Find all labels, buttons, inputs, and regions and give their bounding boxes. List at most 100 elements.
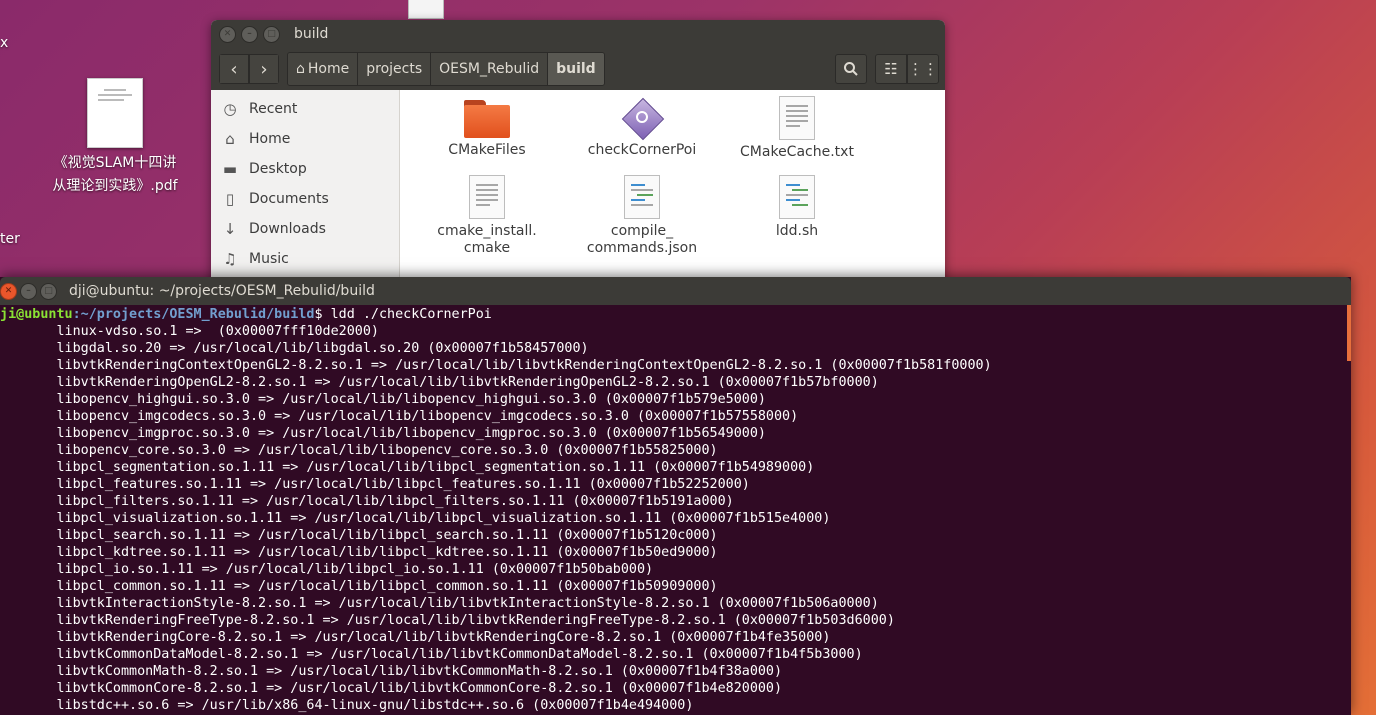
folder-icon — [464, 100, 510, 138]
terminal-body[interactable]: dji@ubuntu:~/projects/OESM_Rebulid/build… — [0, 305, 1351, 715]
file-name-line1: cmake_install. — [437, 223, 537, 239]
home-icon: ⌂ — [296, 61, 305, 77]
terminal-output-line: libpcl_common.so.1.11 => /usr/local/lib/… — [0, 579, 718, 594]
terminal-output-line: libpcl_kdtree.so.1.11 => /usr/local/lib/… — [0, 545, 718, 560]
terminal-output-line: libvtkRenderingOpenGL2-8.2.so.1 => /usr/… — [0, 375, 879, 390]
folder-icon: ▬ — [222, 160, 238, 178]
clock-icon: ◷ — [223, 100, 237, 118]
terminal-output: dji@ubuntu:~/projects/OESM_Rebulid/build… — [0, 305, 1351, 714]
terminal-output-line: linux-vdso.so.1 => (0x00007fff10de2000) — [0, 324, 379, 339]
prompt-line: dji@ubuntu:~/projects/OESM_Rebulid/build… — [0, 306, 1351, 323]
terminal-output-line: libvtkRenderingFreeType-8.2.so.1 => /usr… — [0, 613, 895, 628]
minimize-window-button[interactable]: – — [20, 282, 37, 300]
text-file-icon — [779, 96, 815, 140]
desktop-file-label: 《视觉SLAM十四讲 从理论到实践》.pdf — [40, 152, 190, 198]
breadcrumb: ⌂ Home projects OESM_Rebulid build — [287, 52, 605, 86]
terminal-output-line: libpcl_visualization.so.1.11 => /usr/loc… — [0, 511, 831, 526]
sidebar-item-downloads[interactable]: ↓ Downloads — [211, 214, 399, 244]
file-name-line2: commands.json — [586, 240, 698, 256]
music-icon: ♫ — [223, 250, 237, 268]
terminal-output-line: libpcl_io.so.1.11 => /usr/local/lib/libp… — [0, 562, 654, 577]
nav-buttons: ‹ › — [219, 54, 279, 84]
terminal-output-line: libvtkCommonCore-8.2.so.1 => /usr/local/… — [0, 681, 783, 696]
terminal-output-line: libvtkRenderingCore-8.2.so.1 => /usr/loc… — [0, 630, 831, 645]
search-icon — [844, 62, 858, 76]
list-view-icon: ☷ — [884, 60, 898, 78]
command-text: $ ldd ./checkCornerPoi — [314, 307, 492, 322]
breadcrumb-oesm-rebulid[interactable]: OESM_Rebulid — [431, 53, 549, 85]
desktop-file-label-line2: 从理论到实践》.pdf — [52, 178, 178, 194]
download-icon: ↓ — [223, 220, 237, 238]
file-item-cmake-install[interactable]: cmake_install. cmake — [412, 175, 562, 257]
minimize-window-button[interactable]: – — [241, 25, 258, 43]
file-name: checkCornerPoi — [587, 142, 697, 158]
sidebar-item-documents[interactable]: ▯ Documents — [211, 184, 399, 214]
search-button[interactable] — [835, 54, 867, 84]
terminal-output-line: libpcl_search.so.1.11 => /usr/local/lib/… — [0, 528, 718, 543]
forward-button[interactable]: › — [249, 54, 279, 84]
file-item-compile-commands[interactable]: compile_ commands.json — [567, 175, 717, 257]
terminal-output-line: libvtkRenderingContextOpenGL2-8.2.so.1 =… — [0, 358, 992, 373]
breadcrumb-build[interactable]: build — [548, 53, 604, 85]
file-item-cmakefiles[interactable]: CMakeFiles — [412, 100, 562, 159]
sidebar-item-desktop[interactable]: ▬ Desktop — [211, 154, 399, 184]
desktop-label-fragment[interactable]: x — [0, 35, 8, 51]
back-button[interactable]: ‹ — [219, 54, 249, 84]
terminal-output-line: libopencv_imgproc.so.3.0 => /usr/local/l… — [0, 426, 766, 441]
window-title: build — [294, 26, 329, 42]
grid-view-icon: ⋮⋮ — [908, 60, 938, 78]
close-window-button[interactable]: ✕ — [0, 282, 17, 300]
toolbar-actions: ☷ ⋮⋮ — [835, 54, 939, 84]
executable-icon — [621, 97, 665, 141]
terminal-scrollbar[interactable] — [1347, 305, 1351, 361]
maximize-window-button[interactable]: □ — [40, 282, 57, 300]
places-sidebar: ◷ Recent ⌂ Home ▬ Desktop ▯ Documents ↓ Downl… — [211, 90, 400, 290]
breadcrumb-label: Home — [307, 61, 350, 77]
sidebar-item-label: Music — [249, 251, 289, 267]
desktop-pdf-file[interactable]: 《视觉SLAM十四讲 从理论到实践》.pdf — [40, 78, 190, 198]
file-name: CMakeFiles — [448, 142, 526, 158]
desktop-file-label-line1: 《视觉SLAM十四讲 — [53, 155, 177, 171]
sidebar-item-label: Recent — [249, 101, 298, 117]
window-title: dji@ubuntu: ~/projects/OESM_Rebulid/buil… — [69, 283, 375, 299]
terminal-output-line: libopencv_imgcodecs.so.3.0 => /usr/local… — [0, 409, 799, 424]
sidebar-item-label: Documents — [249, 191, 329, 207]
terminal-output-line: libvtkInteractionStyle-8.2.so.1 => /usr/… — [0, 596, 879, 611]
chevron-right-icon: › — [260, 58, 268, 80]
desktop-file-icon[interactable] — [408, 0, 444, 19]
file-item-ldd-sh[interactable]: ldd.sh — [722, 175, 872, 240]
file-name: CMakeCache.txt — [740, 144, 854, 160]
maximize-window-button[interactable]: □ — [263, 25, 280, 43]
breadcrumb-home[interactable]: ⌂ Home — [288, 53, 359, 85]
terminal-output-line: libpcl_filters.so.1.11 => /usr/local/lib… — [0, 494, 734, 509]
script-file-icon — [779, 175, 815, 219]
sidebar-item-label: Downloads — [249, 221, 326, 237]
sidebar-item-recent[interactable]: ◷ Recent — [211, 94, 399, 124]
sidebar-item-home[interactable]: ⌂ Home — [211, 124, 399, 154]
text-file-icon — [469, 175, 505, 219]
sidebar-item-music[interactable]: ♫ Music — [211, 244, 399, 274]
files-titlebar[interactable]: ✕ – □ build — [211, 20, 945, 48]
list-view-button[interactable]: ☷ — [875, 54, 907, 84]
file-item-checkcornerpoi[interactable]: checkCornerPoi — [567, 97, 717, 159]
file-item-cmakecache[interactable]: CMakeCache.txt — [722, 96, 872, 161]
sidebar-item-label: Home — [249, 131, 291, 147]
desktop-label-fragment[interactable]: ter — [0, 231, 20, 247]
close-window-button[interactable]: ✕ — [219, 25, 236, 43]
terminal-titlebar[interactable]: ✕ – □ dji@ubuntu: ~/projects/OESM_Rebuli… — [0, 277, 1351, 305]
grid-view-button[interactable]: ⋮⋮ — [907, 54, 939, 84]
document-icon: ▯ — [225, 190, 235, 208]
code-file-icon — [624, 175, 660, 219]
prompt-user: dji@ubuntu — [0, 307, 73, 322]
home-icon: ⌂ — [225, 130, 235, 148]
files-body: ◷ Recent ⌂ Home ▬ Desktop ▯ Documents ↓ Downl… — [211, 90, 945, 290]
terminal-window: ✕ – □ dji@ubuntu: ~/projects/OESM_Rebuli… — [0, 277, 1351, 715]
terminal-output-line: libvtkCommonDataModel-8.2.so.1 => /usr/l… — [0, 647, 863, 662]
files-window: ✕ – □ build ‹ › ⌂ Home projects OESM_Reb… — [211, 20, 945, 290]
terminal-output-line: libopencv_core.so.3.0 => /usr/local/lib/… — [0, 443, 718, 458]
terminal-output-line: libvtkCommonMath-8.2.so.1 => /usr/local/… — [0, 664, 783, 679]
terminal-output-line: libpcl_segmentation.so.1.11 => /usr/loca… — [0, 460, 815, 475]
pdf-file-icon — [87, 78, 143, 148]
breadcrumb-projects[interactable]: projects — [358, 53, 432, 85]
file-name-line1: compile_ — [610, 223, 674, 239]
